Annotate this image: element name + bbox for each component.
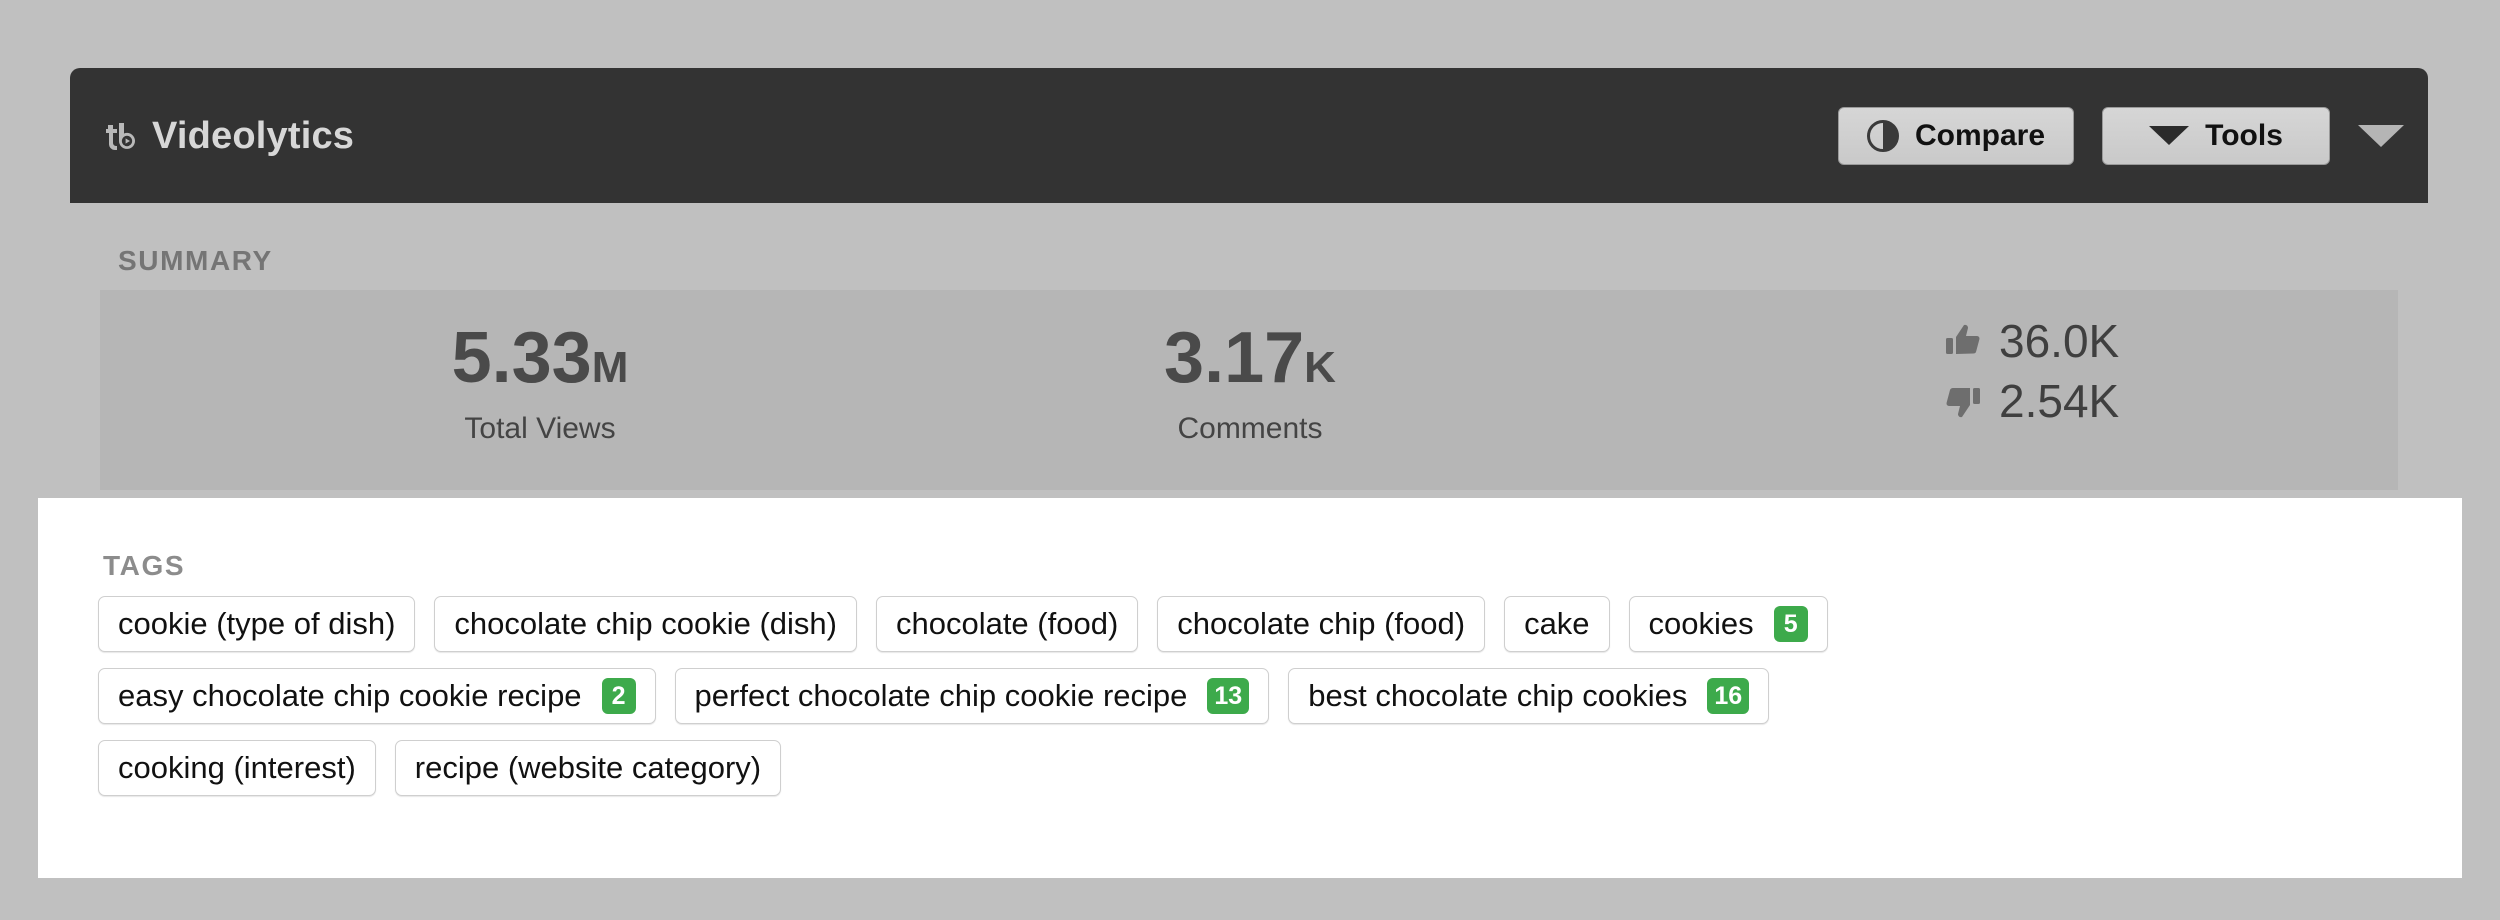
likes-value: 36.0K [1999,315,2120,367]
stat-total-views-label: Total Views [464,412,616,445]
collapse-panel-caret-down-icon[interactable] [2358,124,2404,147]
stat-total-views: 5.33M Total Views [330,322,750,446]
dislikes-row: 2.54K [1945,378,2119,424]
tag-rank-badge: 2 [601,678,636,714]
tag-rank-badge: 5 [1773,606,1808,642]
tag-rank-badge: 16 [1707,678,1750,714]
tubebuddy-tb-logo-icon [104,119,138,153]
tag-chip-label: easy chocolate chip cookie recipe [118,678,582,713]
tags-list: cookie (type of dish) chocolate chip cook… [98,596,2422,812]
tag-rank-badge: 13 [1207,678,1250,714]
header-actions: Compare Tools [1838,106,2404,165]
tag-chip[interactable]: recipe (website category) [394,740,782,796]
tools-button[interactable]: Tools [2102,106,2330,165]
stat-total-views-value: 5.33M [330,322,750,394]
tag-row: easy chocolate chip cookie recipe 2 perfec… [98,668,2422,724]
tag-chip[interactable]: cooking (interest) [98,740,376,796]
thumbs-down-icon [1945,383,1981,419]
tag-chip-label: cookies [1648,606,1754,641]
dislikes-value: 2.54K [1999,375,2120,427]
thumbs-up-icon [1945,323,1981,359]
tag-chip-label: cookie (type of dish) [118,606,396,641]
tag-chip[interactable]: chocolate (food) [875,596,1139,652]
contrast-circle-icon [1866,119,1899,152]
app-title: Videolytics [152,114,355,157]
tag-chip[interactable]: easy chocolate chip cookie recipe 2 [98,668,656,724]
stat-comments-label: Comments [1177,412,1323,445]
stat-comments-unit: K [1304,343,1336,392]
videolytics-header-bar: Videolytics Compare Tools [70,68,2428,203]
tools-button-label: Tools [2205,118,2283,152]
stat-comments-value: 3.17K [1040,322,1460,394]
tag-chip-label: cake [1524,606,1590,641]
likes-row: 36.0K [1945,318,2119,364]
ratings-group: 36.0K 2.54K [1945,318,2119,424]
tag-row: cooking (interest) recipe (website catego… [98,740,2422,796]
tag-chip[interactable]: cookie (type of dish) [98,596,416,652]
tag-chip-label: best chocolate chip cookies [1308,678,1688,713]
tag-chip[interactable]: chocolate chip cookie (dish) [434,596,857,652]
brand: Videolytics [104,117,354,155]
tag-chip[interactable]: best chocolate chip cookies 16 [1288,668,1770,724]
tag-chip-label: recipe (website category) [414,750,762,785]
tag-chip[interactable]: perfect chocolate chip cookie recipe 13 [674,668,1270,724]
tag-chip[interactable]: cake [1504,596,1610,652]
tag-chip-label: chocolate chip (food) [1177,606,1466,641]
stat-comments-number: 3.17 [1164,318,1305,398]
compare-button[interactable]: Compare [1838,106,2074,165]
compare-button-label: Compare [1914,118,2046,152]
tag-chip-label: chocolate (food) [895,606,1119,641]
tags-section-label: TAGS [103,550,186,581]
tags-panel: TAGS cookie (type of dish) chocolate chip… [38,498,2462,878]
tag-chip[interactable]: chocolate chip (food) [1157,596,1486,652]
tag-chip[interactable]: cookies 5 [1628,596,1828,652]
stat-comments: 3.17K Comments [1040,322,1460,446]
tag-chip-label: cooking (interest) [118,750,356,785]
stat-total-views-unit: M [591,343,629,392]
tag-row: cookie (type of dish) chocolate chip cook… [98,596,2422,652]
caret-down-icon [2149,126,2190,145]
stat-total-views-number: 5.33 [451,318,592,398]
tag-chip-label: perfect chocolate chip cookie recipe [694,678,1188,713]
summary-panel: 5.33M Total Views 3.17K Comments 36.0K 2… [100,290,2398,490]
tag-chip-label: chocolate chip cookie (dish) [454,606,837,641]
summary-section-label: SUMMARY [118,245,273,276]
